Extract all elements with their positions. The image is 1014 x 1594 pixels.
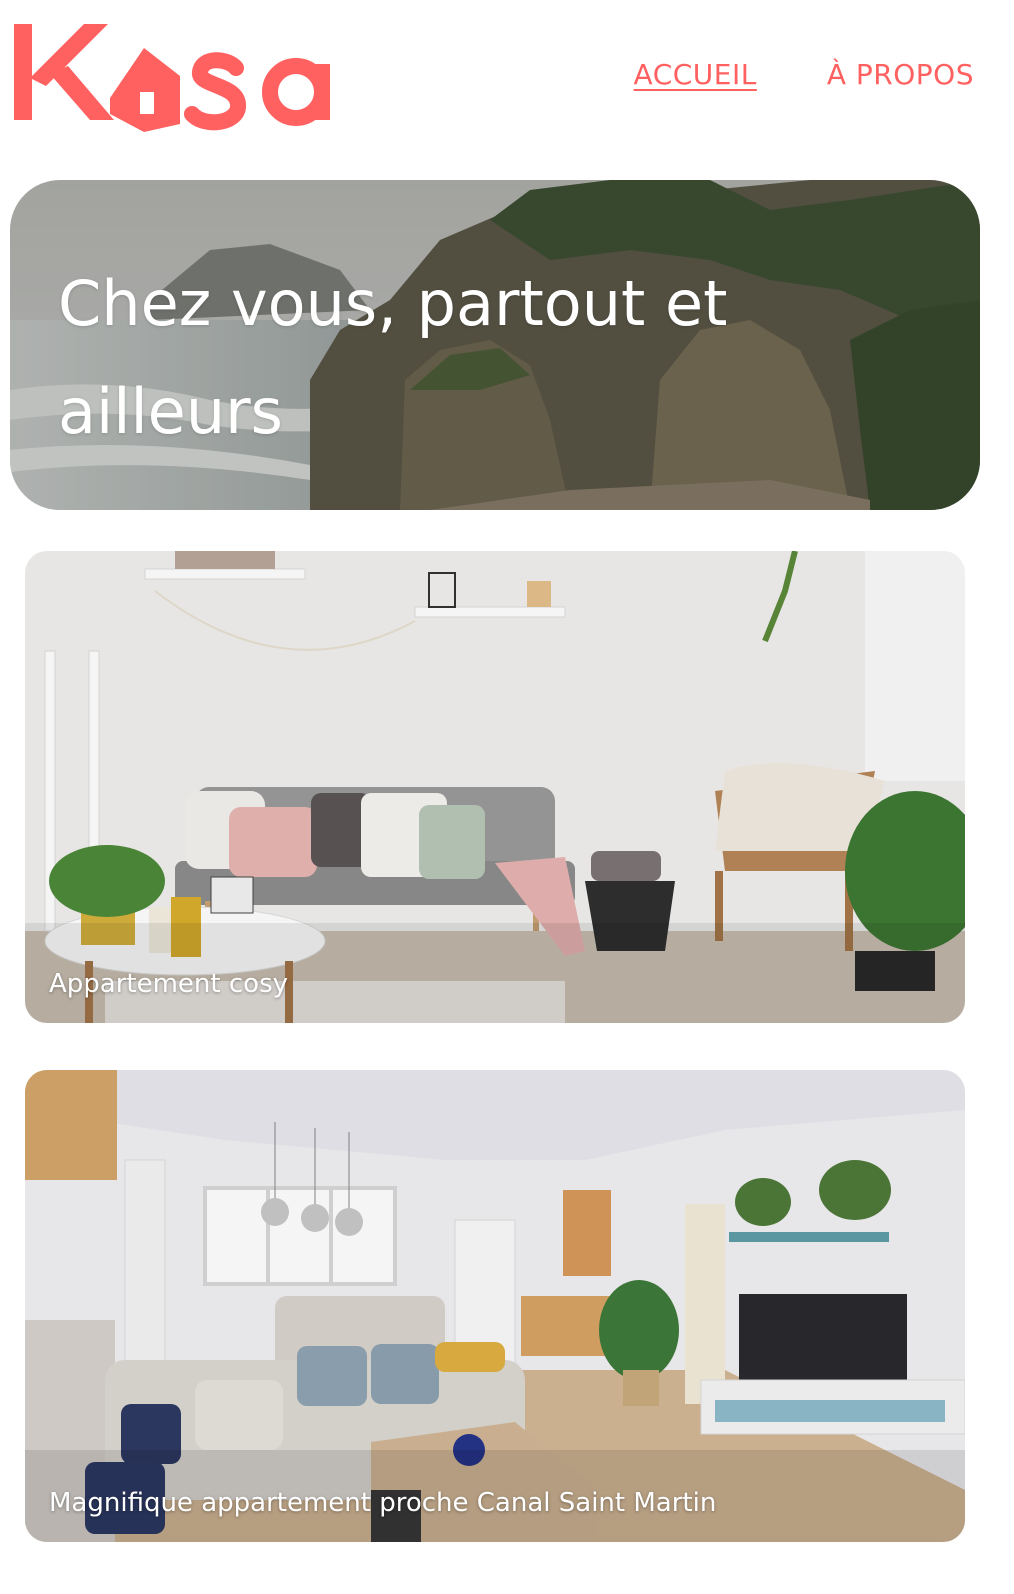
hero-title: Chez vous, partout et ailleurs: [58, 267, 728, 448]
listing-photo-open-living-room: [25, 1070, 965, 1542]
page: ACCUEIL À PROPOS Chez vous, partout et a…: [0, 0, 1014, 1594]
listing-title: Magnifique appartement proche Canal Sain…: [49, 1488, 717, 1518]
nav-link-accueil[interactable]: ACCUEIL: [634, 58, 757, 91]
site-header: ACCUEIL À PROPOS: [0, 0, 1014, 160]
nav-link-a-propos[interactable]: À PROPOS: [827, 58, 974, 91]
hero-banner: Chez vous, partout et ailleurs: [10, 180, 980, 510]
main-nav: ACCUEIL À PROPOS: [634, 58, 974, 91]
listing-card[interactable]: Magnifique appartement proche Canal Sain…: [25, 1070, 965, 1542]
listing-title: Appartement cosy: [49, 969, 289, 999]
listing-card[interactable]: Appartement cosy: [25, 551, 965, 1023]
kasa-logo[interactable]: [14, 20, 354, 132]
listing-photo-living-room: [25, 551, 965, 1023]
